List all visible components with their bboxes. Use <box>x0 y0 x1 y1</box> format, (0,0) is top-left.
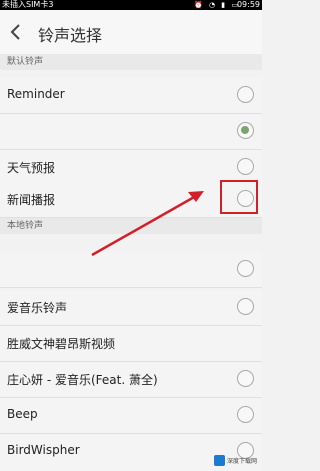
watermark-text: 深度下载网 <box>227 457 258 465</box>
annotation-arrow <box>91 191 204 257</box>
watermark-logo: 深度下载网 <box>214 453 258 467</box>
highlight-box <box>220 180 258 214</box>
watermark-icon <box>214 454 225 466</box>
